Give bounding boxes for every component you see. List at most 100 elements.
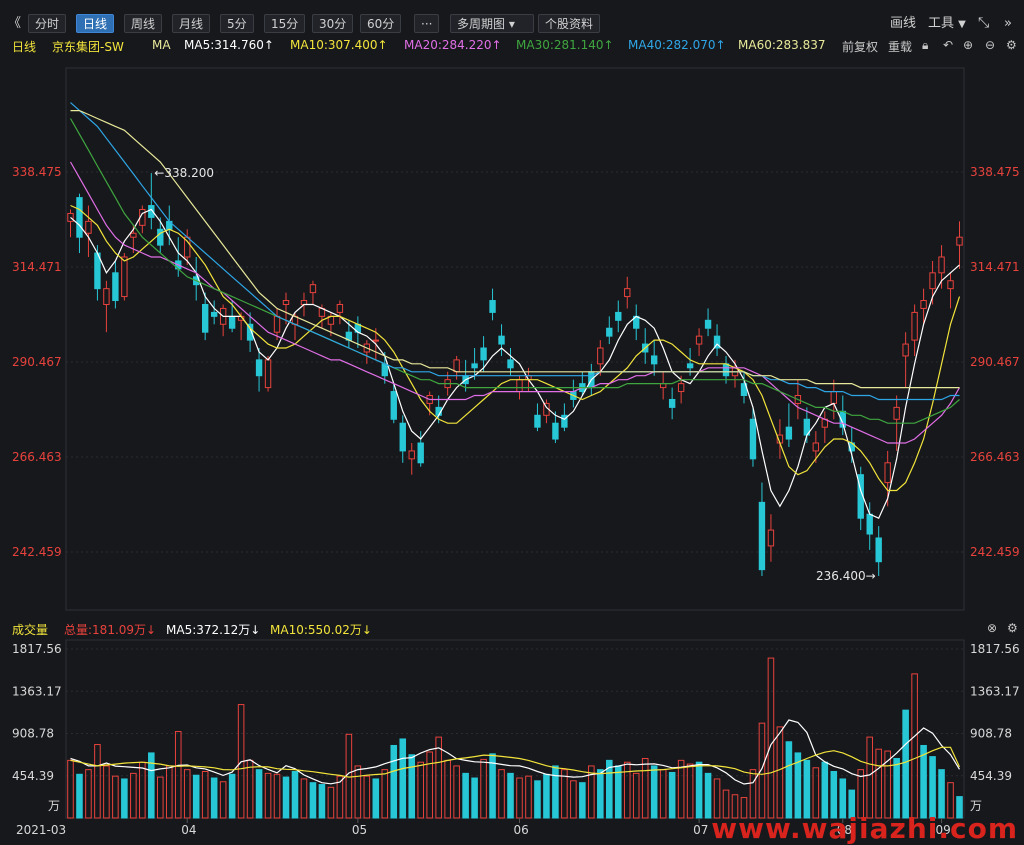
stock-chart[interactable]: 338.475 338.475 314.471 314.471 290.467 290.4… xyxy=(0,0,1024,845)
candle-up xyxy=(336,303,344,313)
volume-bar-up xyxy=(911,673,918,819)
volume-bar-down xyxy=(210,777,218,819)
candle-down xyxy=(255,359,263,377)
volume-bar-down xyxy=(255,769,263,819)
volume-bar-up xyxy=(444,759,451,819)
candle-up xyxy=(624,288,631,298)
price-tick-label: 242.459 xyxy=(12,545,62,559)
volume-tick-label: 1363.17 xyxy=(970,684,1020,698)
x-tick-label: 07 xyxy=(693,823,708,837)
volume-bar-up xyxy=(417,761,424,819)
volume-bar-up xyxy=(67,759,74,819)
candle-down xyxy=(785,426,793,440)
volume-bar-down xyxy=(579,782,586,819)
candle-down xyxy=(686,363,694,369)
candle-up xyxy=(264,359,272,389)
volume-bar-down xyxy=(471,777,478,819)
candle-down xyxy=(112,272,119,302)
candle-down xyxy=(381,363,388,377)
volume-bar-up xyxy=(480,758,487,819)
volume-bar-up xyxy=(453,765,460,819)
candle-up xyxy=(677,383,685,393)
candle-down xyxy=(866,513,873,535)
candle-up xyxy=(121,256,128,298)
candle-down xyxy=(157,228,164,246)
volume-bar-down xyxy=(668,771,676,819)
candle-up xyxy=(911,311,918,341)
volume-bar-up xyxy=(85,769,92,819)
volume-bar-down xyxy=(534,780,541,819)
volume-bar-down xyxy=(228,773,236,819)
candle-down xyxy=(552,422,559,440)
ma-line-ma20 xyxy=(69,161,961,444)
watermark-text: www.wajiazhi.com xyxy=(711,812,1018,845)
candle-down xyxy=(615,311,622,321)
volume-bar-up xyxy=(130,772,137,819)
candle-up xyxy=(830,391,837,404)
ma-line-ma5 xyxy=(70,208,960,519)
volume-bar-up xyxy=(354,765,362,819)
volume-bar-up xyxy=(875,748,882,819)
volume-bar-down xyxy=(902,709,909,819)
volume-bar-down xyxy=(552,765,559,819)
volume-bar-up xyxy=(776,726,784,819)
volume-bar-up xyxy=(426,751,433,819)
volume-bar-down xyxy=(192,774,200,819)
candle-down xyxy=(471,363,478,369)
volume-tick-label: 1363.17 xyxy=(12,684,62,698)
volume-bar-down xyxy=(821,761,829,819)
volume-bar-down xyxy=(462,772,469,819)
volume-bar-up xyxy=(381,769,389,819)
candle-down xyxy=(480,347,487,361)
volume-bar-up xyxy=(112,775,119,819)
volume-bar-down xyxy=(291,771,299,819)
price-tick-label: 266.463 xyxy=(12,450,62,464)
volume-bar-down xyxy=(597,769,604,819)
volume-bar-down xyxy=(282,776,290,819)
candle-down xyxy=(417,442,424,464)
volume-bar-up xyxy=(686,763,694,819)
low-annotation: 236.400→ xyxy=(816,569,876,583)
candle-up xyxy=(956,236,963,246)
volume-bar-up xyxy=(641,757,649,819)
candle-up xyxy=(597,347,604,365)
candle-up xyxy=(282,300,290,305)
candle-up xyxy=(920,300,927,309)
candle-up xyxy=(516,379,523,393)
candle-up xyxy=(938,256,945,274)
candle-up xyxy=(453,359,460,373)
candle-down xyxy=(498,335,505,345)
price-tick-label: 290.467 xyxy=(12,355,62,369)
price-tick-label: 290.467 xyxy=(970,355,1020,369)
volume-bar-up xyxy=(219,781,227,819)
volume-bar-up xyxy=(264,772,272,819)
volume-bar-up xyxy=(327,786,335,819)
volume-bar-down xyxy=(399,738,407,819)
volume-bar-up xyxy=(103,765,110,819)
candle-down xyxy=(758,501,766,571)
candle-up xyxy=(929,272,936,290)
volume-bar-down xyxy=(938,769,945,819)
candle-down xyxy=(210,311,218,317)
volume-bar-down xyxy=(650,765,658,819)
volume-bar-down xyxy=(614,765,622,819)
price-tick-label: 314.471 xyxy=(970,260,1020,274)
candle-down xyxy=(534,414,541,428)
candle-up xyxy=(893,406,900,420)
volume-bar-up xyxy=(623,761,631,819)
volume-bar-down xyxy=(543,773,550,819)
volume-unit-label: 万 xyxy=(970,799,982,813)
candle-down xyxy=(201,303,209,333)
candle-down xyxy=(606,327,613,337)
volume-bar-up xyxy=(139,761,146,819)
price-tick-label: 314.471 xyxy=(12,260,62,274)
volume-bar-down xyxy=(929,756,936,819)
volume-bar-down xyxy=(695,761,703,819)
x-tick-label: 04 xyxy=(181,823,196,837)
volume-bar-up xyxy=(273,773,281,819)
volume-bar-up xyxy=(632,772,640,819)
candle-down xyxy=(749,418,757,460)
volume-bar-up xyxy=(157,776,164,819)
candle-down xyxy=(650,355,658,365)
price-tick-label: 242.459 xyxy=(970,545,1020,559)
